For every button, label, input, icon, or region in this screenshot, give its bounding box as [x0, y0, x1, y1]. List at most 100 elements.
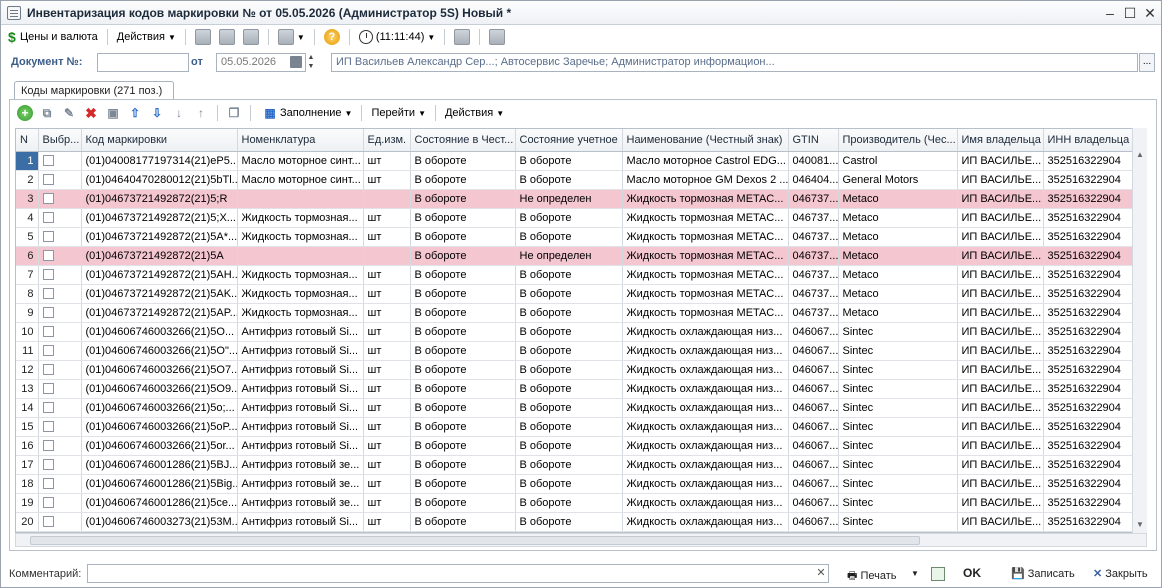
table-cell[interactable]: шт — [363, 265, 411, 285]
table-cell[interactable]: (01)04606746001286(21)5ce... — [81, 493, 238, 513]
table-cell[interactable]: Metaco — [838, 208, 958, 228]
select-checkbox[interactable] — [42, 402, 54, 414]
table-row[interactable]: 16 (01)04606746003266(21)5or... Антифриз г… — [16, 436, 1133, 456]
select-checkbox[interactable] — [42, 459, 54, 471]
table-cell[interactable]: (01)04606746003266(21)5O7... — [81, 360, 238, 380]
table-cell[interactable]: 352516322904 — [1043, 493, 1133, 513]
table-cell[interactable]: В обороте — [410, 341, 516, 361]
column-header[interactable]: Код маркировки — [81, 129, 238, 152]
table-cell[interactable]: В обороте — [410, 322, 516, 342]
table-cell[interactable]: ИП ВАСИЛЬЕ... — [957, 189, 1044, 209]
table-cell[interactable]: 352516322904 — [1043, 189, 1133, 209]
select-checkbox[interactable] — [42, 174, 54, 186]
table-cell[interactable]: Жидкость охлаждающая низ... — [622, 360, 789, 380]
table-cell[interactable]: 352516322904 — [1043, 246, 1133, 266]
end-edit-icon[interactable]: ▣ — [105, 105, 121, 121]
table-cell[interactable]: 352516322904 — [1043, 341, 1133, 361]
table-cell[interactable]: Масло моторное синт... — [237, 151, 364, 171]
table-cell[interactable]: Жидкость охлаждающая низ... — [622, 474, 789, 494]
table-cell[interactable]: 352516322904 — [1043, 170, 1133, 190]
table-cell[interactable]: ИП ВАСИЛЬЕ... — [957, 474, 1044, 494]
row-number-cell[interactable]: 3 — [16, 189, 39, 209]
table-cell[interactable]: ИП ВАСИЛЬЕ... — [957, 227, 1044, 247]
movements-button[interactable] — [486, 27, 508, 47]
time-button[interactable]: (11:11:44) ▼ — [356, 27, 438, 47]
table-cell[interactable]: 352516322904 — [1043, 227, 1133, 247]
table-cell[interactable]: В обороте — [515, 265, 623, 285]
table-cell[interactable]: Жидкость тормозная METAC... — [622, 227, 789, 247]
table-cell[interactable]: В обороте — [410, 189, 516, 209]
table-cell[interactable]: (01)04606746003266(21)5O9... — [81, 379, 238, 399]
column-header[interactable]: Наименование (Честный знак) — [622, 129, 789, 152]
table-cell[interactable]: Жидкость тормозная METAC... — [622, 189, 789, 209]
table-cell[interactable]: В обороте — [515, 512, 623, 532]
table-row[interactable]: 12 (01)04606746003266(21)5O7... Антифриз г… — [16, 360, 1133, 380]
table-cell[interactable]: В обороте — [410, 474, 516, 494]
table-cell[interactable]: ИП ВАСИЛЬЕ... — [957, 303, 1044, 323]
table-cell[interactable]: В обороте — [515, 208, 623, 228]
table-cell[interactable]: (01)04673721492872(21)5AP... — [81, 303, 238, 323]
table-cell[interactable]: Антифриз готовый Si... — [237, 512, 364, 532]
table-cell[interactable]: шт — [363, 379, 411, 399]
table-cell[interactable]: Metaco — [838, 265, 958, 285]
column-header[interactable]: N — [16, 129, 39, 152]
vertical-scrollbar[interactable]: ▲ ▼ — [1132, 128, 1147, 533]
grid-actions-menu-button[interactable]: Действия ▼ — [442, 103, 507, 123]
select-cell[interactable] — [38, 474, 82, 494]
fill-menu-button[interactable]: ▦ Заполнение ▼ — [257, 103, 355, 123]
table-row[interactable]: 5 (01)04673721492872(21)5A*... Жидкость то… — [16, 227, 1133, 247]
table-cell[interactable]: Жидкость охлаждающая низ... — [622, 341, 789, 361]
table-cell[interactable]: Антифриз готовый зе... — [237, 474, 364, 494]
scroll-down-icon[interactable]: ▼ — [1136, 520, 1144, 529]
table-cell[interactable]: Антифриз готовый Si... — [237, 322, 364, 342]
prices-button[interactable]: $ Цены и валюта — [5, 27, 101, 47]
table-cell[interactable]: (01)04606746003266(21)5or... — [81, 436, 238, 456]
table-cell[interactable]: Sintec — [838, 436, 958, 456]
table-cell[interactable]: В обороте — [410, 246, 516, 266]
row-number-cell[interactable]: 19 — [16, 493, 39, 513]
table-cell[interactable]: Не определен — [515, 189, 623, 209]
select-cell[interactable] — [38, 265, 82, 285]
table-cell[interactable]: Антифриз готовый Si... — [237, 341, 364, 361]
table-cell[interactable]: В обороте — [410, 417, 516, 437]
marking-codes-table[interactable]: N Выбр... Код маркировки Номенклатура Ед… — [15, 128, 1147, 533]
table-row[interactable]: 8 (01)04673721492872(21)5AK... Жидкость то… — [16, 284, 1133, 304]
table-cell[interactable]: 046067... — [788, 417, 839, 437]
clear-comment-icon[interactable]: ✕ — [813, 565, 829, 581]
select-cell[interactable] — [38, 417, 82, 437]
structure-button[interactable] — [451, 27, 473, 47]
table-cell[interactable]: 352516322904 — [1043, 208, 1133, 228]
table-cell[interactable]: Жидкость тормозная... — [237, 303, 364, 323]
table-cell[interactable]: 046067... — [788, 474, 839, 494]
select-cell[interactable] — [38, 246, 82, 266]
table-cell[interactable]: Жидкость охлаждающая низ... — [622, 398, 789, 418]
table-cell[interactable]: ИП ВАСИЛЬЕ... — [957, 493, 1044, 513]
table-cell[interactable]: (01)04673721492872(21)5A — [81, 246, 238, 266]
table-cell[interactable]: шт — [363, 322, 411, 342]
table-cell[interactable]: шт — [363, 360, 411, 380]
table-cell[interactable]: В обороте — [515, 341, 623, 361]
row-number-cell[interactable]: 13 — [16, 379, 39, 399]
tab-marking-codes[interactable]: Коды маркировки (271 поз.) — [14, 81, 174, 100]
table-cell[interactable]: 046067... — [788, 455, 839, 475]
table-cell[interactable]: Жидкость охлаждающая низ... — [622, 322, 789, 342]
select-checkbox[interactable] — [42, 269, 54, 281]
table-cell[interactable]: Жидкость охлаждающая низ... — [622, 512, 789, 532]
table-cell[interactable]: 352516322904 — [1043, 436, 1133, 456]
date-spinner[interactable]: ▲ ▼ — [306, 53, 316, 72]
table-cell[interactable]: В обороте — [515, 170, 623, 190]
select-cell[interactable] — [38, 151, 82, 171]
table-cell[interactable]: 352516322904 — [1043, 360, 1133, 380]
table-row[interactable]: 15 (01)04606746003266(21)5oP... Антифриз г… — [16, 417, 1133, 437]
edit-row-icon[interactable]: ✎ — [61, 105, 77, 121]
windows-icon[interactable]: ❐ — [226, 105, 242, 121]
table-cell[interactable]: 352516322904 — [1043, 474, 1133, 494]
row-number-cell[interactable]: 2 — [16, 170, 39, 190]
table-cell[interactable]: ИП ВАСИЛЬЕ... — [957, 151, 1044, 171]
table-cell[interactable]: Sintec — [838, 417, 958, 437]
delete-row-icon[interactable]: ✖ — [83, 105, 99, 121]
table-cell[interactable]: В обороте — [410, 303, 516, 323]
table-cell[interactable]: 046067... — [788, 398, 839, 418]
row-number-cell[interactable]: 6 — [16, 246, 39, 266]
table-cell[interactable]: (01)04606746003273(21)53M... — [81, 512, 238, 532]
